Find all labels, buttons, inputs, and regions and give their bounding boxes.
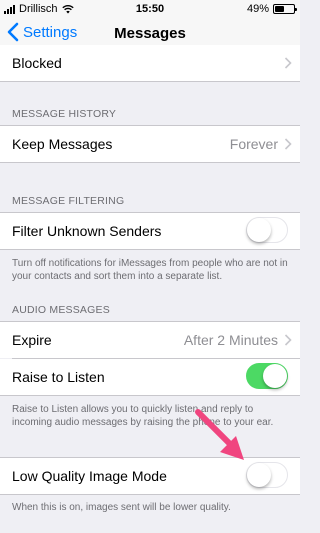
divider bbox=[0, 395, 300, 396]
battery-percent: 49% bbox=[246, 3, 269, 15]
low-quality-label: Low Quality Image Mode bbox=[12, 468, 167, 484]
status-right: 49% bbox=[246, 3, 297, 15]
chevron-right-icon bbox=[284, 57, 292, 69]
filtering-footer: Turn off notifications for iMessages fro… bbox=[12, 258, 288, 282]
chevron-right-icon bbox=[284, 334, 292, 346]
divider bbox=[0, 494, 300, 495]
raise-footer: Raise to Listen allows you to quickly li… bbox=[12, 404, 274, 428]
divider bbox=[0, 81, 300, 82]
low-quality-footer: When this is on, images sent will be low… bbox=[12, 502, 231, 513]
raise-to-listen-toggle[interactable] bbox=[246, 363, 288, 389]
expire-label: Expire bbox=[12, 332, 52, 348]
filter-unknown-row: Filter Unknown Senders bbox=[0, 213, 300, 249]
keep-messages-label: Keep Messages bbox=[12, 136, 113, 152]
battery-icon bbox=[273, 4, 297, 14]
low-quality-toggle[interactable] bbox=[246, 462, 288, 488]
toggle-knob bbox=[247, 218, 271, 242]
raise-to-listen-row: Raise to Listen bbox=[0, 359, 300, 395]
expire-value: After 2 Minutes bbox=[183, 332, 278, 348]
toggle-knob bbox=[247, 463, 271, 487]
status-bar: Drillisch 15:50 49% bbox=[0, 0, 300, 18]
section-header-message-history: MESSAGE HISTORY bbox=[12, 108, 117, 120]
filter-unknown-label: Filter Unknown Senders bbox=[12, 223, 162, 239]
section-header-message-filtering: MESSAGE FILTERING bbox=[12, 195, 125, 207]
divider bbox=[0, 249, 300, 250]
raise-to-listen-label: Raise to Listen bbox=[12, 369, 105, 385]
blocked-label: Blocked bbox=[12, 55, 62, 71]
blocked-row[interactable]: Blocked bbox=[0, 45, 300, 81]
keep-messages-value: Forever bbox=[229, 136, 278, 152]
chevron-right-icon bbox=[284, 138, 292, 150]
section-header-audio-messages: AUDIO MESSAGES bbox=[12, 304, 110, 316]
arrow-icon bbox=[195, 409, 244, 460]
divider bbox=[0, 162, 300, 163]
low-quality-row: Low Quality Image Mode bbox=[0, 458, 300, 494]
filter-unknown-toggle[interactable] bbox=[246, 217, 288, 243]
expire-row[interactable]: Expire After 2 Minutes bbox=[0, 322, 300, 358]
battery-fill bbox=[275, 6, 284, 12]
toggle-knob bbox=[263, 364, 287, 388]
page-title: Messages bbox=[114, 25, 186, 42]
keep-messages-row[interactable]: Keep Messages Forever bbox=[0, 126, 300, 162]
